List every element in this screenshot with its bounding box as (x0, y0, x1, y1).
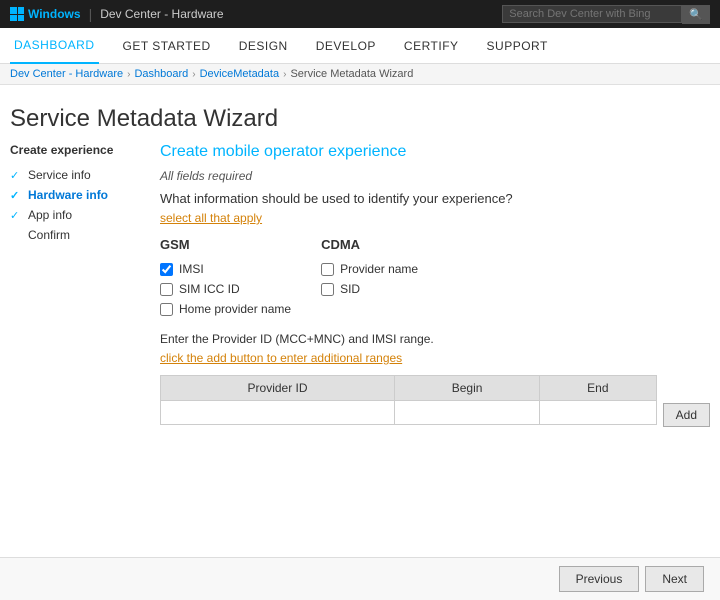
search-area: 🔍 (502, 5, 710, 24)
cdma-provider-name-checkbox[interactable] (321, 263, 334, 276)
topbar-divider: | (89, 6, 93, 22)
sidebar-heading: Create experience (10, 143, 140, 157)
gsm-sim-icc-checkbox[interactable] (160, 283, 173, 296)
table-row-empty (161, 401, 657, 425)
breadcrumb-dev-center[interactable]: Dev Center - Hardware (10, 68, 123, 80)
question-label: What information should be used to ident… (160, 191, 710, 206)
windows-logo-text: Windows (28, 7, 81, 21)
breadcrumb-dashboard[interactable]: Dashboard (134, 68, 188, 80)
windows-logo: Windows (10, 7, 81, 21)
breadcrumb-device-metadata[interactable]: DeviceMetadata (200, 68, 280, 80)
gsm-label: GSM (160, 237, 291, 252)
col-begin: Begin (395, 376, 540, 401)
sidebar-item-app-info[interactable]: ✓ App info (10, 205, 140, 225)
sidebar-item-confirm[interactable]: ✓ Confirm (10, 225, 140, 245)
breadcrumb-arrow-3: › (283, 69, 286, 80)
cell-end-1[interactable] (540, 401, 657, 425)
breadcrumb-arrow-2: › (192, 69, 195, 80)
breadcrumb: Dev Center - Hardware › Dashboard › Devi… (0, 64, 720, 85)
section-title: Create mobile operator experience (160, 143, 710, 161)
next-button[interactable]: Next (645, 566, 704, 592)
col-end: End (540, 376, 657, 401)
topbar-title: Dev Center - Hardware (100, 7, 223, 21)
nav-certify[interactable]: CERTIFY (400, 28, 463, 64)
checkboxes-area: GSM IMSI SIM ICC ID Home provider name C… (160, 237, 710, 316)
sidebar: Create experience ✓ Service info ✓ Hardw… (10, 143, 140, 431)
provider-description: Enter the Provider ID (MCC+MNC) and IMSI… (160, 332, 710, 346)
navbar: DASHBOARD GET STARTED DESIGN DEVELOP CER… (0, 28, 720, 64)
nav-get-started[interactable]: GET STARTED (119, 28, 215, 64)
sidebar-label-app-info: App info (28, 208, 72, 222)
check-icon-app: ✓ (10, 209, 24, 222)
select-all-link[interactable]: select all that apply (160, 211, 262, 225)
gsm-group: GSM IMSI SIM ICC ID Home provider name (160, 237, 291, 316)
bottom-nav: Previous Next (0, 557, 720, 600)
check-icon-confirm: ✓ (10, 229, 24, 242)
breadcrumb-arrow-1: › (127, 69, 130, 80)
sidebar-label-confirm: Confirm (28, 228, 70, 242)
cell-begin-1[interactable] (395, 401, 540, 425)
gsm-imsi-label: IMSI (179, 262, 204, 276)
gsm-home-provider-checkbox[interactable] (160, 303, 173, 316)
gsm-home-provider-label: Home provider name (179, 302, 291, 316)
nav-develop[interactable]: DEVELOP (312, 28, 380, 64)
gsm-home-provider-row[interactable]: Home provider name (160, 302, 291, 316)
breadcrumb-current: Service Metadata Wizard (290, 68, 413, 80)
check-icon-hardware: ✓ (10, 189, 24, 202)
cdma-label: CDMA (321, 237, 418, 252)
table-row-area: Provider ID Begin End Add (160, 375, 710, 431)
cdma-provider-name-row[interactable]: Provider name (321, 262, 418, 276)
gsm-imsi-checkbox[interactable] (160, 263, 173, 276)
add-button[interactable]: Add (663, 403, 710, 427)
main-content: Create mobile operator experience All fi… (160, 143, 710, 431)
col-provider-id: Provider ID (161, 376, 395, 401)
page-title: Service Metadata Wizard (0, 85, 720, 143)
nav-support[interactable]: SUPPORT (483, 28, 552, 64)
nav-dashboard[interactable]: DASHBOARD (10, 28, 99, 64)
topbar: Windows | Dev Center - Hardware 🔍 (0, 0, 720, 28)
cdma-sid-checkbox[interactable] (321, 283, 334, 296)
previous-button[interactable]: Previous (559, 566, 640, 592)
sidebar-item-service-info[interactable]: ✓ Service info (10, 165, 140, 185)
provider-table: Provider ID Begin End (160, 375, 657, 425)
add-ranges-link[interactable]: click the add button to enter additional… (160, 351, 402, 365)
nav-design[interactable]: DESIGN (235, 28, 292, 64)
sidebar-item-hardware-info[interactable]: ✓ Hardware info (10, 185, 140, 205)
cdma-sid-row[interactable]: SID (321, 282, 418, 296)
all-fields-required: All fields required (160, 169, 710, 183)
sidebar-label-hardware-info: Hardware info (28, 188, 108, 202)
search-input[interactable] (502, 5, 682, 23)
cdma-group: CDMA Provider name SID (321, 237, 418, 316)
check-icon-service: ✓ (10, 169, 24, 182)
sidebar-label-service-info: Service info (28, 168, 91, 182)
table-wrapper: Provider ID Begin End (160, 375, 657, 431)
search-button[interactable]: 🔍 (682, 5, 710, 24)
windows-icon (10, 7, 24, 21)
cell-provider-id-1[interactable] (161, 401, 395, 425)
gsm-imsi-row[interactable]: IMSI (160, 262, 291, 276)
content-area: Create experience ✓ Service info ✓ Hardw… (0, 143, 720, 431)
gsm-sim-icc-row[interactable]: SIM ICC ID (160, 282, 291, 296)
cdma-sid-label: SID (340, 282, 360, 296)
gsm-sim-icc-label: SIM ICC ID (179, 282, 240, 296)
cdma-provider-name-label: Provider name (340, 262, 418, 276)
